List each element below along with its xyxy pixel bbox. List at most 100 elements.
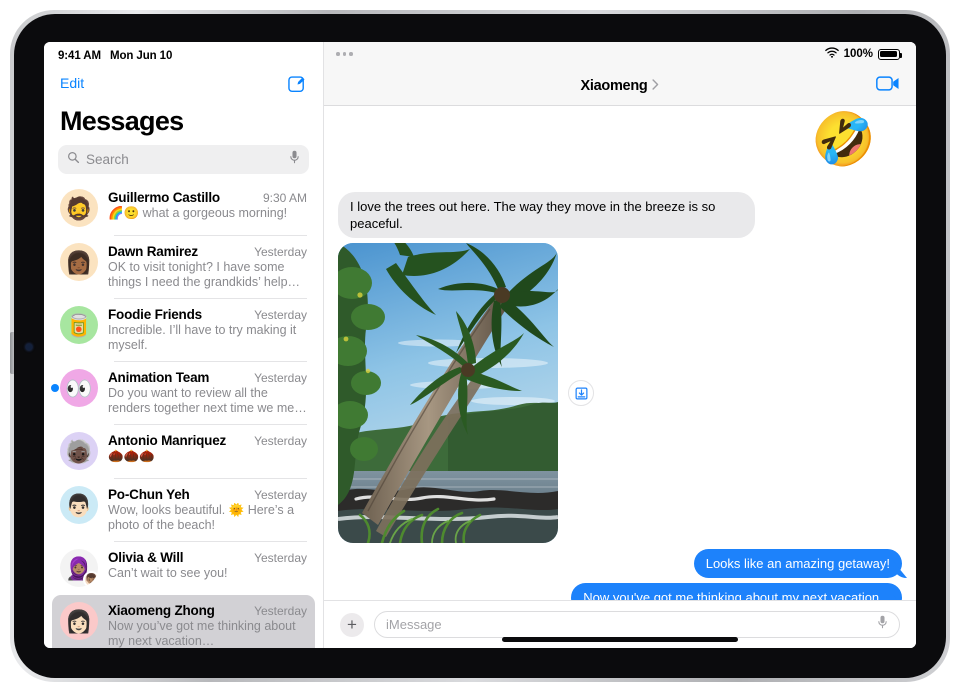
avatar: 🥫 [60, 306, 98, 344]
status-bar-right: 100% [324, 42, 916, 66]
page-title: Messages [44, 100, 323, 145]
avatar: 👩🏾 [60, 243, 98, 281]
conversation-name: Xiaomeng Zhong [108, 603, 215, 618]
status-date: Mon Jun 10 [110, 50, 172, 62]
avatar: 🧓🏿 [60, 432, 98, 470]
conversation-row-po-chun-yeh[interactable]: 👨🏻 Po-Chun Yeh YesterdayWow, looks beautif… [52, 479, 315, 541]
conversation-time: Yesterday [254, 308, 307, 322]
conversation-preview: Now you’ve got me thinking about my next… [108, 619, 307, 648]
plus-icon[interactable]: + [340, 613, 364, 637]
conversation-time: Yesterday [254, 488, 307, 502]
imessage-input[interactable]: iMessage [374, 611, 900, 638]
conversation-time: 9:30 AM [263, 191, 307, 205]
beach-photo-image [338, 243, 558, 543]
message-bubble-incoming[interactable]: I love the trees out here. The way they … [338, 192, 755, 238]
avatar-glyph: 🥫 [65, 315, 92, 337]
avatar: 🧔 [60, 189, 98, 227]
photo-attachment[interactable] [338, 243, 558, 543]
conversation-name: Antonio Manriquez [108, 433, 226, 448]
imessage-placeholder: iMessage [386, 617, 871, 632]
sticker-rofl-emoji[interactable]: 🤣 [811, 114, 876, 166]
conversation-time: Yesterday [254, 245, 307, 259]
conversation-row-guillermo-castillo[interactable]: 🧔 Guillermo Castillo 9:30 AM🌈🙂 what a gorg… [52, 182, 315, 235]
microphone-icon[interactable] [289, 150, 300, 169]
avatar: 👩🏻 [60, 602, 98, 640]
edit-button[interactable]: Edit [60, 75, 84, 91]
message-thread: 🤣 I love the trees out here. The way the… [324, 106, 916, 600]
conversation-title: Xiaomeng [581, 78, 648, 94]
conversation-row-foodie-friends[interactable]: 🥫 Foodie Friends YesterdayIncredible. I’ll… [52, 299, 315, 361]
conversation-body: Olivia & WillYesterdayCan’t wait to see … [108, 549, 307, 581]
avatar-glyph: 👩🏻 [65, 611, 92, 633]
conversation-name: Dawn Ramirez [108, 244, 198, 259]
conversation-preview: Can’t wait to see you! [108, 566, 307, 581]
multitasking-dots-icon[interactable] [336, 52, 353, 56]
conversation-time: Yesterday [254, 551, 307, 565]
avatar-glyph: 👨🏻 [65, 495, 92, 517]
conversation-body: Guillermo Castillo 9:30 AM🌈🙂 what a gorge… [108, 189, 307, 221]
ipad-device-frame: 9:41 AM Mon Jun 10 Edit Messages [10, 10, 950, 682]
wifi-icon [825, 47, 839, 61]
conversation-row-antonio-manriquez[interactable]: 🧓🏿 Antonio Manriquez Yesterday🌰🌰🌰 [52, 425, 315, 478]
video-camera-icon[interactable] [876, 75, 900, 96]
search-placeholder: Search [86, 152, 283, 167]
avatar: 🧕🏽👦🏽 [60, 549, 98, 587]
compose-icon[interactable] [288, 74, 307, 93]
conversation-body: Dawn Ramirez YesterdayOK to visit tonight… [108, 243, 307, 290]
save-to-photos-icon[interactable] [568, 380, 594, 406]
volume-button[interactable] [10, 332, 14, 374]
conversation-topline: Guillermo Castillo 9:30 AM [108, 190, 307, 205]
conversation-body: Xiaomeng Zhong YesterdayNow you’ve got me… [108, 602, 307, 648]
conversation-preview: 🌰🌰🌰 [108, 449, 307, 464]
unread-dot [51, 384, 59, 392]
conversation-time: Yesterday [254, 604, 307, 618]
avatar-glyph: 👩🏾 [65, 252, 92, 274]
conversation-preview: Do you want to review all the renders to… [108, 386, 307, 416]
conversation-topline: Po-Chun Yeh Yesterday [108, 487, 307, 502]
message-row-incoming: I love the trees out here. The way they … [338, 192, 902, 238]
status-time: 9:41 AM [58, 50, 101, 62]
message-bubble-outgoing[interactable]: Now you've got me thinking about my next… [571, 583, 902, 600]
ipad-screen: 9:41 AM Mon Jun 10 Edit Messages [44, 42, 916, 648]
conversation-topline: Dawn Ramirez Yesterday [108, 244, 307, 259]
chevron-right-icon [652, 77, 659, 95]
conversation-list[interactable]: 🧔 Guillermo Castillo 9:30 AM🌈🙂 what a gorg… [44, 182, 323, 648]
avatar-glyph: 🧓🏿 [65, 441, 92, 463]
conversation-pane: 100% Xiaomeng [324, 42, 916, 648]
conversation-header: Xiaomeng [324, 66, 916, 106]
search-icon [67, 151, 80, 169]
conversation-row-xiaomeng-zhong[interactable]: 👩🏻 Xiaomeng Zhong YesterdayNow you’ve got … [52, 595, 315, 648]
messages-sidebar: 9:41 AM Mon Jun 10 Edit Messages [44, 42, 324, 648]
conversation-name: Guillermo Castillo [108, 190, 220, 205]
sidebar-toolbar: Edit [44, 66, 323, 100]
conversation-body: Antonio Manriquez Yesterday🌰🌰🌰 [108, 432, 307, 464]
message-row-outgoing: Now you've got me thinking about my next… [338, 583, 902, 600]
avatar: 👀 [60, 369, 98, 407]
conversation-row-animation-team[interactable]: 👀Animation TeamYesterdayDo you want to r… [52, 362, 315, 424]
status-indicators: 100% [825, 47, 900, 61]
conversation-topline: Foodie Friends Yesterday [108, 307, 307, 322]
status-bar-left: 9:41 AM Mon Jun 10 [44, 42, 323, 66]
conversation-time: Yesterday [254, 434, 307, 448]
conversation-preview: Incredible. I’ll have to try making it m… [108, 323, 307, 353]
microphone-icon[interactable] [877, 615, 888, 634]
conversation-title-button[interactable]: Xiaomeng [581, 77, 660, 95]
conversation-topline: Xiaomeng Zhong Yesterday [108, 603, 307, 618]
conversation-row-dawn-ramirez[interactable]: 👩🏾 Dawn Ramirez YesterdayOK to visit tonig… [52, 236, 315, 298]
conversation-row-olivia-will[interactable]: 🧕🏽👦🏽 Olivia & WillYesterdayCan’t wait to … [52, 542, 315, 595]
conversation-preview: Wow, looks beautiful. 🌞 Here’s a photo o… [108, 503, 307, 533]
search-container: Search [44, 145, 323, 182]
camera-indicator-dot [26, 344, 32, 350]
conversation-name: Foodie Friends [108, 307, 202, 322]
home-indicator[interactable] [502, 637, 738, 642]
avatar-glyph: 👀 [65, 378, 92, 400]
message-bubble-outgoing[interactable]: Looks like an amazing getaway! [694, 549, 902, 578]
conversation-topline: Antonio Manriquez Yesterday [108, 433, 307, 448]
search-input[interactable]: Search [58, 145, 309, 174]
battery-percent-label: 100% [844, 48, 873, 60]
conversation-preview: 🌈🙂 what a gorgeous morning! [108, 206, 307, 221]
conversation-preview: OK to visit tonight? I have some things … [108, 260, 307, 290]
conversation-name: Po-Chun Yeh [108, 487, 190, 502]
conversation-body: Foodie Friends YesterdayIncredible. I’ll … [108, 306, 307, 353]
conversation-topline: Olivia & WillYesterday [108, 550, 307, 565]
